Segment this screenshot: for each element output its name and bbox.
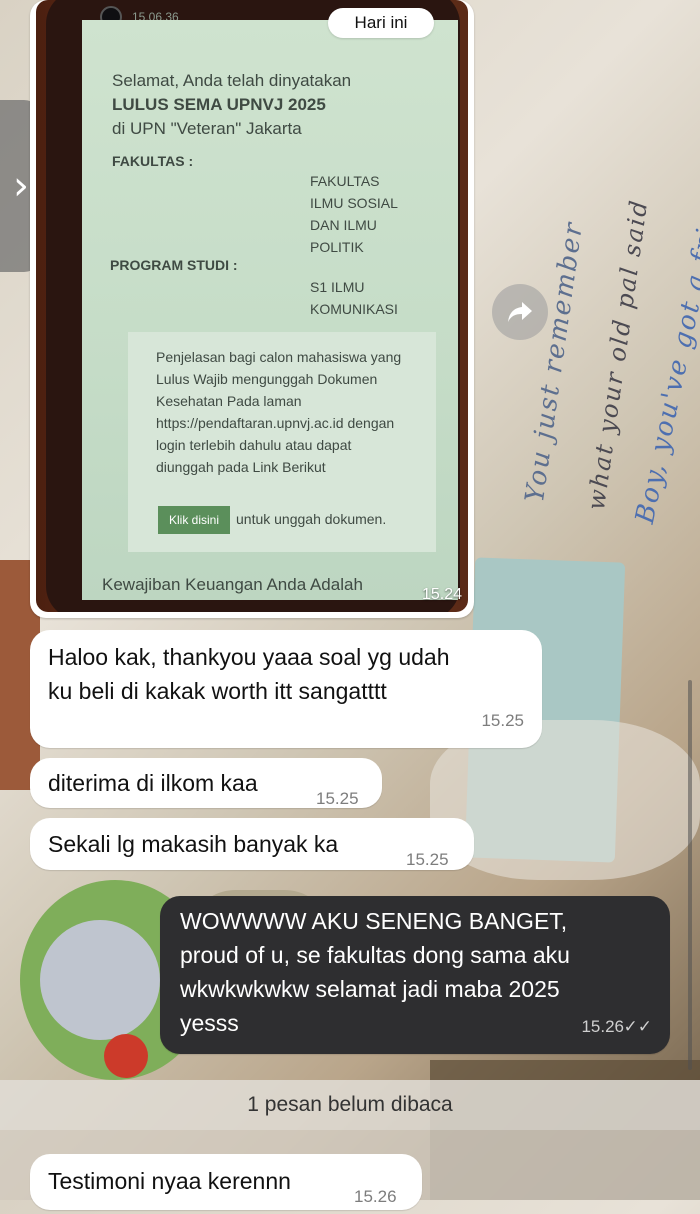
screen-program-line: KOMUNIKASI bbox=[310, 301, 398, 317]
incoming-message[interactable]: Sekali lg makasih banyak ka 15.25 bbox=[30, 818, 474, 870]
message-text: yesss bbox=[180, 1010, 239, 1036]
chevron-right-icon: › bbox=[13, 163, 29, 209]
unread-messages-label: 1 pesan belum dibaca bbox=[247, 1093, 453, 1116]
outgoing-message[interactable]: WOWWWW AKU SENENG BANGET, proud of u, se… bbox=[160, 896, 670, 1054]
date-chip: Hari ini bbox=[328, 8, 434, 38]
message-text: ku beli di kakak worth itt sangatttt bbox=[48, 678, 387, 704]
screen-faculty-line: POLITIK bbox=[310, 239, 364, 255]
screen-note-line: https://pendaftaran.upnvj.ac.id dengan bbox=[156, 415, 395, 431]
message-time: 15.25 bbox=[481, 711, 524, 730]
message-text: Sekali lg makasih banyak ka bbox=[48, 831, 339, 857]
screen-upload-button: Klik disini bbox=[158, 506, 230, 534]
screen-upload-caption: untuk unggah dokumen. bbox=[236, 511, 387, 527]
incoming-message[interactable]: Haloo kak, thankyou yaaa soal yg udah ku… bbox=[30, 630, 542, 748]
message-text: wkwkwkwkw selamat jadi maba 2025 bbox=[180, 976, 560, 1002]
forward-icon bbox=[508, 302, 532, 322]
message-time: 15.26 bbox=[581, 1017, 624, 1036]
screen-footer: Kewajiban Keuangan Anda Adalah bbox=[102, 575, 363, 594]
incoming-message[interactable]: Testimoni nyaa kerennn 15.26 bbox=[30, 1154, 422, 1210]
message-photo[interactable]: 15.06.36 Selamat, Anda telah dinyatakan … bbox=[36, 0, 468, 612]
screen-passed: LULUS SEMA UPNVJ 2025 bbox=[112, 95, 326, 114]
screen-faculty-line: FAKULTAS bbox=[310, 173, 380, 189]
message-time: 15.25 bbox=[316, 789, 359, 808]
screen-note-line: diunggah pada Link Berikut bbox=[156, 459, 326, 475]
screen-congrats: Selamat, Anda telah dinyatakan bbox=[112, 71, 352, 90]
forward-button[interactable] bbox=[492, 284, 548, 340]
message-time: 15.25 bbox=[406, 850, 449, 869]
message-text: Testimoni nyaa kerennn bbox=[48, 1168, 291, 1194]
wallpaper-handwriting-1: You just remember bbox=[520, 219, 590, 505]
incoming-message[interactable]: diterima di ilkom kaa 15.25 bbox=[30, 758, 382, 808]
scrollbar[interactable] bbox=[688, 680, 692, 1070]
screen-program-line: S1 ILMU bbox=[310, 279, 365, 295]
unread-messages-banner: 1 pesan belum dibaca bbox=[0, 1080, 700, 1130]
screen-faculty-line: DAN ILMU bbox=[310, 217, 377, 233]
message-time: 15.26 bbox=[354, 1187, 397, 1206]
screen-faculty-line: ILMU SOSIAL bbox=[310, 195, 398, 211]
image-message-time: 15.24 bbox=[421, 586, 462, 603]
image-message-bubble[interactable]: 15.06.36 Selamat, Anda telah dinyatakan … bbox=[30, 0, 474, 618]
message-text: Haloo kak, thankyou yaaa soal yg udah bbox=[48, 644, 450, 670]
screen-note-line: Lulus Wajib mengunggah Dokumen bbox=[156, 371, 378, 387]
message-text: WOWWWW AKU SENENG BANGET, bbox=[180, 908, 568, 934]
read-receipt-icon: ✓✓ bbox=[623, 1017, 653, 1036]
wallpaper-handwriting-3: Boy, you've got a friend in me bbox=[630, 79, 700, 527]
photo-phone-device: 15.06.36 Selamat, Anda telah dinyatakan … bbox=[46, 0, 460, 612]
screen-note-line: Kesehatan Pada laman bbox=[156, 393, 302, 409]
phone-screen: Selamat, Anda telah dinyatakan LULUS SEM… bbox=[82, 20, 458, 600]
screen-program-label: PROGRAM STUDI : bbox=[110, 257, 238, 273]
message-text: diterima di ilkom kaa bbox=[48, 770, 258, 796]
screen-faculty-label: FAKULTAS : bbox=[112, 153, 194, 169]
screen-note-line: Penjelasan bagi calon mahasiswa yang bbox=[156, 349, 402, 365]
message-text: proud of u, se fakultas dong sama aku bbox=[180, 942, 570, 968]
screen-note-line: login terlebih dahulu atau dapat bbox=[156, 437, 352, 453]
screen-university: di UPN "Veteran" Jakarta bbox=[112, 119, 302, 138]
